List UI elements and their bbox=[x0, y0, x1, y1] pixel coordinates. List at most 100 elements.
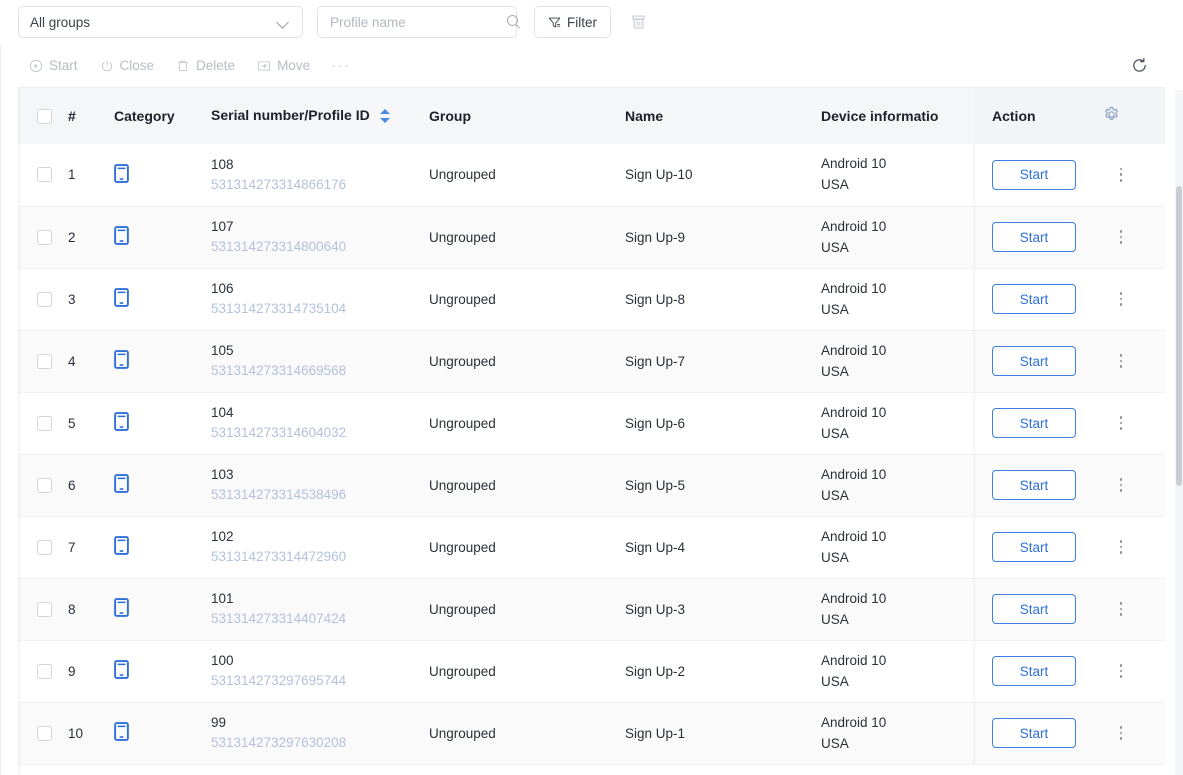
row-more-icon[interactable] bbox=[1111, 474, 1131, 496]
row-more-icon[interactable] bbox=[1111, 288, 1131, 310]
header-column-settings[interactable] bbox=[1103, 88, 1165, 144]
row-device-cell: Android 10 USA bbox=[818, 330, 973, 393]
filter-toolbar: All groups Filter bbox=[0, 0, 1183, 44]
table-row[interactable]: 8 101 531314273314407424 Ungrouped Sign Up-3… bbox=[18, 578, 1165, 641]
row-start-button[interactable]: Start bbox=[992, 594, 1076, 624]
row-start-button[interactable]: Start bbox=[992, 408, 1076, 438]
row-checkbox[interactable] bbox=[37, 291, 52, 307]
row-more-icon[interactable] bbox=[1111, 164, 1131, 186]
row-action-cell: Start bbox=[973, 454, 1103, 517]
table-row[interactable]: 10 99 531314273297630208 Ungrouped Sign Up-1… bbox=[18, 702, 1165, 765]
row-more-icon[interactable] bbox=[1111, 350, 1131, 372]
row-profile-id[interactable]: 531314273297630208 bbox=[211, 732, 425, 753]
table-row[interactable]: 4 105 531314273314669568 Ungrouped Sign Up-7… bbox=[18, 330, 1165, 393]
row-more-icon[interactable] bbox=[1111, 598, 1131, 620]
row-checkbox[interactable] bbox=[37, 229, 52, 245]
table-row[interactable]: 9 100 531314273297695744 Ungrouped Sign Up-2… bbox=[18, 640, 1165, 703]
row-device-region: USA bbox=[821, 239, 849, 255]
row-start-button[interactable]: Start bbox=[992, 718, 1076, 748]
gear-icon bbox=[1105, 106, 1118, 120]
row-checkbox[interactable] bbox=[37, 601, 52, 617]
row-start-button[interactable]: Start bbox=[992, 159, 1076, 190]
row-category bbox=[110, 578, 207, 641]
row-checkbox[interactable] bbox=[37, 725, 52, 741]
filter-button[interactable]: Filter bbox=[534, 6, 611, 38]
group-select[interactable]: All groups bbox=[18, 6, 303, 38]
row-more-icon[interactable] bbox=[1111, 226, 1131, 248]
row-profile-id[interactable]: 531314273314669568 bbox=[211, 360, 425, 381]
row-checkbox[interactable] bbox=[37, 415, 52, 431]
search-input[interactable] bbox=[330, 14, 507, 30]
header-select-all bbox=[18, 88, 58, 144]
row-profile-id[interactable]: 531314273314472960 bbox=[211, 546, 425, 567]
row-serial-number: 103 bbox=[211, 467, 234, 482]
row-action-cell: Start bbox=[973, 330, 1103, 393]
row-device-cell: Android 10 USA bbox=[818, 702, 973, 765]
move-bulk-button[interactable]: Move bbox=[246, 51, 321, 81]
delete-bulk-label: Delete bbox=[196, 58, 236, 73]
page-left-divider bbox=[0, 0, 1, 775]
row-more-icon[interactable] bbox=[1111, 660, 1131, 682]
row-serial-cell: 104 531314273314604032 bbox=[207, 392, 425, 455]
row-start-button[interactable]: Start bbox=[992, 284, 1076, 314]
row-start-button[interactable]: Start bbox=[992, 346, 1076, 376]
row-profile-id[interactable]: 531314273314407424 bbox=[211, 608, 425, 629]
delete-bulk-button[interactable]: Delete bbox=[165, 51, 246, 81]
mobile-phone-icon bbox=[114, 288, 129, 307]
row-start-button[interactable]: Start bbox=[992, 222, 1076, 252]
move-box-icon bbox=[258, 60, 270, 71]
row-device-region: USA bbox=[821, 177, 849, 193]
table-row[interactable]: 3 106 531314273314735104 Ungrouped Sign Up-8… bbox=[18, 268, 1165, 331]
row-profile-id[interactable]: 531314273314735104 bbox=[211, 298, 425, 319]
row-profile-id[interactable]: 531314273314538496 bbox=[211, 484, 425, 505]
group-select-value: All groups bbox=[30, 14, 91, 30]
row-device-cell: Android 10 USA bbox=[818, 392, 973, 455]
table-row[interactable]: 6 103 531314273314538496 Ungrouped Sign Up-5… bbox=[18, 454, 1165, 517]
row-checkbox[interactable] bbox=[37, 477, 52, 493]
more-actions-button[interactable]: ··· bbox=[321, 51, 361, 81]
vertical-scrollbar-thumb[interactable] bbox=[1176, 186, 1182, 486]
mobile-phone-icon bbox=[114, 226, 129, 245]
row-profile-id[interactable]: 531314273314800640 bbox=[211, 236, 425, 257]
row-start-button[interactable]: Start bbox=[992, 656, 1076, 686]
profiles-table: # Category Serial number/Profile ID Grou… bbox=[18, 88, 1165, 765]
row-serial-number: 101 bbox=[211, 591, 234, 606]
close-bulk-button[interactable]: Close bbox=[89, 51, 166, 81]
row-profile-id[interactable]: 531314273314866176 bbox=[211, 174, 425, 195]
table-header-row: # Category Serial number/Profile ID Grou… bbox=[18, 88, 1165, 144]
header-action: Action bbox=[973, 88, 1103, 144]
search-icon bbox=[507, 15, 521, 29]
select-all-checkbox[interactable] bbox=[37, 108, 52, 124]
row-select-cell bbox=[18, 702, 58, 765]
row-serial-number: 108 bbox=[211, 156, 234, 172]
row-checkbox[interactable] bbox=[37, 663, 52, 679]
row-serial-cell: 102 531314273314472960 bbox=[207, 516, 425, 579]
sort-toggle-icon[interactable] bbox=[379, 107, 390, 125]
row-more-icon[interactable] bbox=[1111, 412, 1131, 434]
row-profile-id[interactable]: 531314273297695744 bbox=[211, 670, 425, 691]
row-checkbox[interactable] bbox=[37, 539, 52, 555]
vertical-scrollbar-track[interactable] bbox=[1175, 90, 1183, 775]
profile-search-box[interactable] bbox=[317, 6, 518, 38]
row-profile-id[interactable]: 531314273314604032 bbox=[211, 422, 425, 443]
table-row[interactable]: 1 108 531314273314866176 Ungrouped Sign Up-1… bbox=[18, 144, 1165, 207]
row-serial-cell: 101 531314273314407424 bbox=[207, 578, 425, 641]
row-start-button[interactable]: Start bbox=[992, 532, 1076, 562]
start-bulk-button[interactable]: Start bbox=[18, 51, 89, 81]
row-group: Ungrouped bbox=[425, 516, 622, 579]
row-start-button[interactable]: Start bbox=[992, 470, 1076, 500]
row-device-cell: Android 10 USA bbox=[818, 516, 973, 579]
row-name: Sign Up-1 bbox=[622, 702, 818, 765]
row-more-icon[interactable] bbox=[1111, 722, 1131, 744]
row-select-cell bbox=[18, 392, 58, 455]
trash-button[interactable] bbox=[625, 7, 651, 37]
table-row[interactable]: 7 102 531314273314472960 Ungrouped Sign Up-4… bbox=[18, 516, 1165, 579]
table-row[interactable]: 2 107 531314273314800640 Ungrouped Sign Up-9… bbox=[18, 206, 1165, 269]
refresh-button[interactable] bbox=[1126, 53, 1152, 79]
row-more-icon[interactable] bbox=[1111, 536, 1131, 558]
row-checkbox[interactable] bbox=[37, 167, 52, 183]
table-row[interactable]: 5 104 531314273314604032 Ungrouped Sign Up-6… bbox=[18, 392, 1165, 455]
row-checkbox[interactable] bbox=[37, 353, 52, 369]
row-category bbox=[110, 330, 207, 393]
row-more-cell bbox=[1103, 516, 1165, 579]
